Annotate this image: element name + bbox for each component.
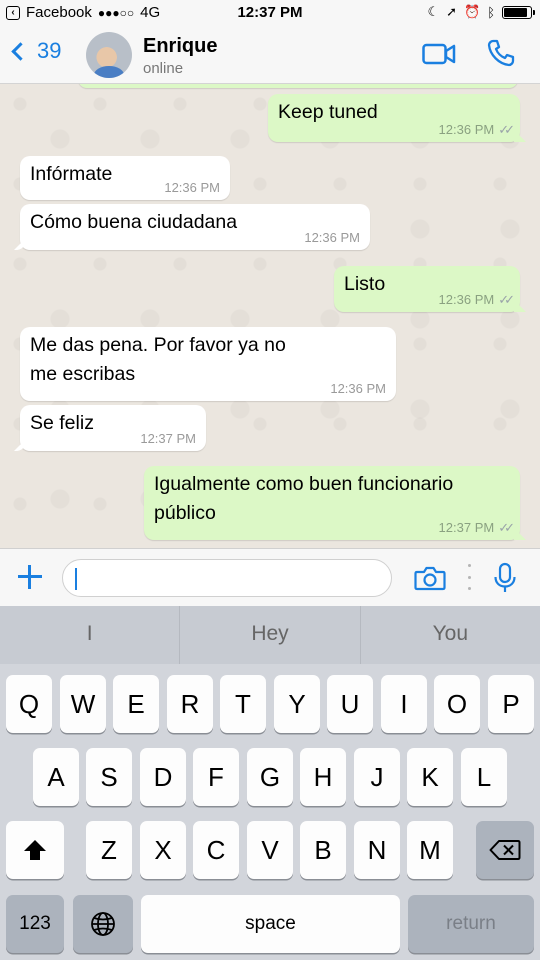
message-text: Se feliz — [30, 412, 94, 434]
key-w[interactable]: W — [60, 675, 106, 733]
key-s[interactable]: S — [86, 748, 132, 806]
prediction-suggestion[interactable]: I — [0, 606, 181, 664]
key-h[interactable]: H — [300, 748, 346, 806]
key-m[interactable]: M — [407, 821, 453, 879]
avatar[interactable] — [86, 32, 132, 78]
message-text: Me das pena. Por favor ya no me escribas — [30, 334, 286, 385]
unread-count: 39 — [37, 38, 62, 63]
prediction-suggestion[interactable]: You — [361, 606, 540, 664]
message-meta: 12:36 PM — [164, 181, 220, 195]
message-text: Igualmente como buen funcionario público — [154, 473, 454, 524]
key-l[interactable]: L — [461, 748, 507, 806]
message-bubble[interactable]: Se feliz 12:37 PM — [20, 405, 206, 451]
more-dots-icon — [466, 564, 472, 590]
key-v[interactable]: V — [247, 821, 293, 879]
chat-header: 39 Enrique online — [0, 26, 540, 84]
message-text: Infórmate — [30, 163, 113, 185]
key-g[interactable]: G — [247, 748, 293, 806]
alarm-icon: ⏰ — [464, 4, 481, 19]
key-p[interactable]: P — [488, 675, 534, 733]
key-k[interactable]: K — [407, 748, 453, 806]
message-time: 12:36 PM — [438, 122, 495, 137]
message-text: Keep tuned — [278, 101, 378, 123]
message-time: 12:37 PM — [140, 431, 196, 446]
keyboard: I Hey You Q W E R T Y U I O P A S D F G … — [0, 606, 540, 960]
message-meta: 12:36 PM ✓✓ — [438, 292, 515, 307]
video-call-icon[interactable] — [422, 43, 456, 65]
key-r[interactable]: R — [167, 675, 213, 733]
key-e[interactable]: E — [113, 675, 159, 733]
text-caret — [75, 568, 77, 590]
message-bubble[interactable]: Me das pena. Por favor ya no me escribas… — [20, 327, 396, 401]
backspace-icon — [489, 840, 521, 860]
contact-name[interactable]: Enrique — [143, 35, 217, 58]
delete-key[interactable] — [476, 821, 534, 879]
key-a[interactable]: A — [33, 748, 79, 806]
message-time: 12:37 PM — [438, 520, 495, 535]
globe-icon — [91, 912, 115, 936]
message-bubble[interactable]: Igualmente como buen funcionario público… — [144, 466, 520, 540]
chat-area[interactable]: Keep tuned 12:36 PM ✓✓ Infórmate 12:36 PM… — [0, 84, 540, 548]
double-check-icon: ✓✓ — [498, 122, 515, 137]
camera-icon[interactable] — [414, 565, 446, 591]
return-key[interactable]: return — [408, 895, 534, 953]
key-j[interactable]: J — [354, 748, 400, 806]
double-check-icon: ✓✓ — [498, 292, 515, 307]
moon-icon: ☾ — [427, 4, 440, 19]
message-time: 12:36 PM — [164, 180, 220, 195]
shift-key[interactable] — [6, 821, 64, 879]
message-time: 12:36 PM — [304, 230, 360, 245]
shift-arrow-icon — [24, 840, 46, 860]
message-bubble-partial — [78, 84, 518, 88]
message-meta: 12:36 PM — [330, 382, 386, 396]
status-bar: ‹ Facebook ●●●○○ 4G 12:37 PM ☾ ➚ ⏰ ᛒ — [0, 0, 540, 26]
back-button[interactable]: 39 — [11, 38, 62, 64]
key-t[interactable]: T — [220, 675, 266, 733]
bluetooth-icon: ᛒ — [487, 4, 495, 20]
message-input[interactable] — [62, 559, 392, 597]
message-meta: 12:36 PM — [304, 231, 360, 245]
space-key[interactable]: space — [141, 895, 400, 953]
phone-call-icon[interactable] — [486, 38, 516, 68]
key-q[interactable]: Q — [6, 675, 52, 733]
plus-icon[interactable] — [16, 563, 44, 591]
message-input-bar — [0, 548, 540, 606]
microphone-icon[interactable] — [493, 562, 517, 594]
key-d[interactable]: D — [140, 748, 186, 806]
globe-key[interactable] — [73, 895, 133, 953]
chevron-left-icon — [11, 41, 30, 61]
numbers-key[interactable]: 123 — [6, 895, 64, 953]
message-text: Listo — [344, 273, 386, 295]
key-z[interactable]: Z — [86, 821, 132, 879]
key-o[interactable]: O — [434, 675, 480, 733]
message-meta: 12:37 PM ✓✓ — [438, 520, 515, 535]
contact-status: online — [143, 60, 184, 77]
key-c[interactable]: C — [193, 821, 239, 879]
location-arrow-icon: ➚ — [446, 4, 457, 19]
message-time: 12:36 PM — [438, 292, 495, 307]
key-n[interactable]: N — [354, 821, 400, 879]
message-time: 12:36 PM — [330, 381, 386, 396]
battery-icon — [502, 5, 535, 19]
message-bubble[interactable]: Listo 12:36 PM ✓✓ — [334, 266, 520, 312]
key-u[interactable]: U — [327, 675, 373, 733]
message-meta: 12:37 PM — [140, 432, 196, 446]
message-bubble[interactable]: Keep tuned 12:36 PM ✓✓ — [268, 94, 520, 142]
status-right: ☾ ➚ ⏰ ᛒ — [427, 4, 535, 20]
double-check-icon: ✓✓ — [498, 520, 515, 535]
key-i[interactable]: I — [381, 675, 427, 733]
message-bubble[interactable]: Cómo buena ciudadana 12:36 PM — [20, 204, 370, 250]
predictive-bar: I Hey You — [0, 606, 540, 664]
key-f[interactable]: F — [193, 748, 239, 806]
key-y[interactable]: Y — [274, 675, 320, 733]
message-meta: 12:36 PM ✓✓ — [438, 122, 515, 137]
prediction-suggestion[interactable]: Hey — [180, 606, 361, 664]
key-b[interactable]: B — [300, 821, 346, 879]
message-text: Cómo buena ciudadana — [30, 211, 238, 233]
message-bubble[interactable]: Infórmate 12:36 PM — [20, 156, 230, 200]
key-x[interactable]: X — [140, 821, 186, 879]
